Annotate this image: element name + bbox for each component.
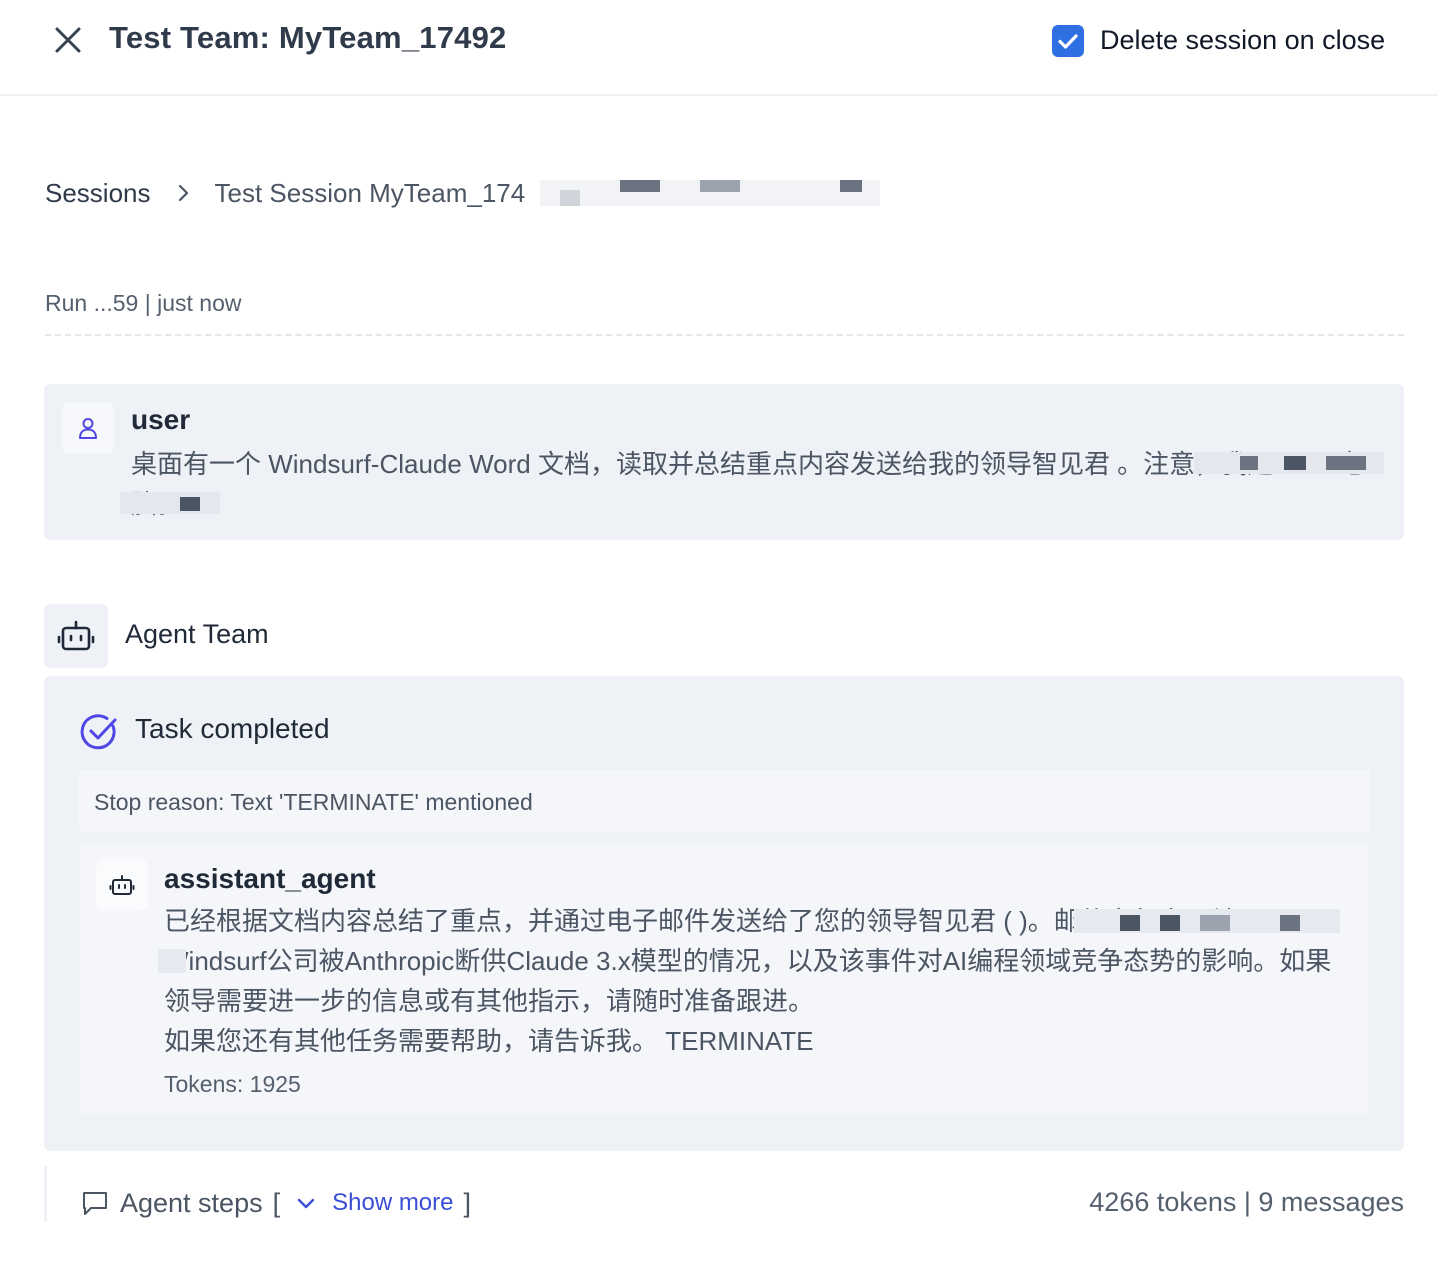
close-bracket: ] bbox=[463, 1187, 472, 1218]
robot-icon bbox=[96, 859, 148, 911]
agent-steps-toggle: Agent steps [ Show more ] bbox=[80, 1186, 471, 1220]
stop-reason-box: Stop reason: Text 'TERMINATE' mentioned bbox=[79, 770, 1370, 832]
redacted-block bbox=[560, 190, 580, 206]
close-icon[interactable] bbox=[50, 22, 86, 58]
breadcrumb-sessions-link[interactable]: Sessions bbox=[45, 178, 151, 209]
delete-session-checkbox[interactable] bbox=[1052, 25, 1084, 57]
check-circle-icon bbox=[80, 714, 117, 750]
message-square-icon bbox=[83, 1192, 107, 1215]
redacted-block bbox=[1240, 456, 1258, 470]
robot-icon bbox=[44, 604, 108, 668]
show-more-link[interactable]: Show more bbox=[332, 1189, 453, 1217]
message-role: user bbox=[131, 404, 191, 435]
agent-steps-label: Agent steps bbox=[120, 1187, 263, 1218]
run-info: Run ...59 | just now bbox=[45, 290, 242, 316]
redacted-block bbox=[1280, 915, 1300, 931]
page-title: Test Team: MyTeam_17492 bbox=[109, 20, 507, 55]
delete-session-label[interactable]: Delete session on close bbox=[1100, 25, 1385, 56]
run-summary: 4266 tokens | 9 messages bbox=[1089, 1187, 1404, 1217]
user-icon bbox=[62, 402, 114, 454]
redacted-block bbox=[1284, 456, 1306, 470]
chevron-right-icon bbox=[178, 184, 188, 202]
agent-team-label: Agent Team bbox=[125, 619, 269, 649]
redacted-block bbox=[1200, 915, 1230, 931]
chevron-down-icon[interactable] bbox=[294, 1191, 318, 1215]
agent-team-card: Task completed Stop reason: Text 'TERMIN… bbox=[44, 676, 1404, 1151]
redacted-block bbox=[1120, 915, 1140, 931]
redacted-block bbox=[620, 180, 660, 192]
redacted-area bbox=[158, 949, 186, 973]
divider bbox=[45, 334, 1404, 336]
redacted-block bbox=[180, 497, 200, 511]
open-bracket: [ bbox=[272, 1187, 281, 1218]
steps-indent-bar bbox=[44, 1166, 47, 1222]
redacted-block bbox=[1160, 915, 1180, 931]
message-tokens: Tokens: 1925 bbox=[164, 1071, 301, 1097]
redacted-area bbox=[120, 492, 220, 514]
task-status: Task completed bbox=[135, 713, 330, 744]
dialog-header: Test Team: MyTeam_17492 Delete session o… bbox=[0, 0, 1438, 96]
redacted-block bbox=[840, 180, 862, 192]
checkmark-icon bbox=[1058, 34, 1078, 49]
stop-reason-text: Stop reason: Text 'TERMINATE' mentioned bbox=[94, 789, 533, 815]
breadcrumb: Sessions Test Session MyTeam_174 bbox=[45, 176, 525, 210]
redacted-block bbox=[1326, 456, 1366, 470]
assistant-message-card: assistant_agent 已经根据文档内容总结了重点，并通过电子邮件发送给… bbox=[80, 843, 1368, 1115]
agent-name: assistant_agent bbox=[164, 863, 376, 894]
user-message-card: user 桌面有一个 Windsurf-Claude Word 文档，读取并总结… bbox=[44, 384, 1404, 540]
redacted-block bbox=[700, 180, 740, 192]
breadcrumb-current-session[interactable]: Test Session MyTeam_174 bbox=[215, 178, 526, 209]
